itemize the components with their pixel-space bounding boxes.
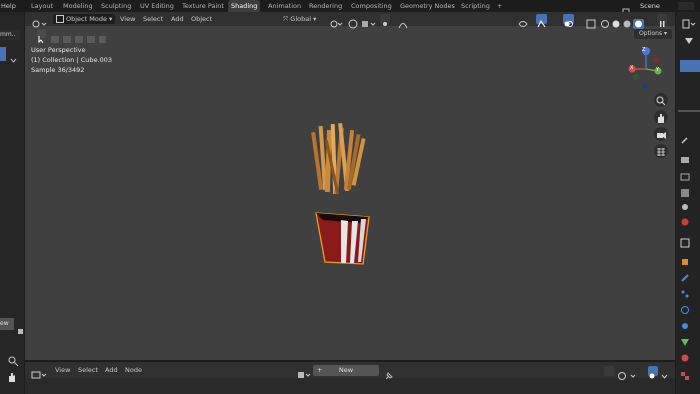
new-material-button[interactable]: + New <box>313 365 379 376</box>
tab-layout[interactable]: Layout <box>28 0 56 12</box>
plus-icon: + <box>317 366 323 374</box>
chevron-down-icon: ▾ <box>109 15 113 23</box>
gizmo-z-label: Z <box>642 47 646 53</box>
pin-icon[interactable] <box>384 366 393 380</box>
gizmo-toggle-icon[interactable] <box>536 14 547 28</box>
panel-divider <box>678 110 700 112</box>
visibility-icon[interactable] <box>518 14 532 27</box>
shader-type-icon[interactable] <box>297 365 311 378</box>
menu-add[interactable]: Add <box>171 14 184 24</box>
snap-target-icon[interactable] <box>361 14 377 27</box>
options-dropdown[interactable]: Options ▾ <box>634 29 672 39</box>
modifier-properties-icon[interactable] <box>680 268 690 282</box>
orientation-icon: ⤧ <box>283 15 289 23</box>
pause-render-icon[interactable] <box>657 14 667 27</box>
editor-type-icon[interactable] <box>31 14 49 28</box>
sample-count: Sample 36/3492 <box>31 66 85 74</box>
menu-select[interactable]: Select <box>143 14 163 24</box>
scene-name[interactable]: Scene <box>640 0 660 12</box>
grid-view-icon[interactable] <box>654 144 668 158</box>
constraints-properties-icon[interactable] <box>680 316 690 329</box>
zoom-icon[interactable] <box>7 352 19 367</box>
menu-object[interactable]: Object <box>191 14 212 24</box>
output-properties-icon[interactable] <box>680 167 690 181</box>
world-properties-icon[interactable] <box>680 212 690 226</box>
scene-icon[interactable] <box>622 1 630 15</box>
select-tool-icon[interactable] <box>37 29 46 44</box>
camera-view-icon[interactable] <box>654 127 668 141</box>
mode-label: Object Mode <box>66 15 107 23</box>
left-panel <box>0 12 24 394</box>
render-properties-icon[interactable] <box>680 150 690 163</box>
data-properties-icon[interactable] <box>680 332 690 346</box>
physics-properties-icon[interactable] <box>680 300 690 314</box>
outliner-selected-row[interactable] <box>680 60 700 72</box>
node-menu-add[interactable]: Add <box>105 365 118 375</box>
filter-icon[interactable] <box>684 30 694 44</box>
tab-texture-paint[interactable]: Texture Paint <box>179 0 227 12</box>
hand-pan-icon[interactable] <box>6 368 18 382</box>
shading-mode-group[interactable] <box>600 14 646 29</box>
node-menu-view[interactable]: View <box>55 365 70 375</box>
object-properties-icon[interactable] <box>680 252 690 265</box>
fries-box-model[interactable] <box>305 120 380 270</box>
tab-shading[interactable]: Shading <box>228 0 261 12</box>
chevron-down-icon[interactable] <box>660 366 669 379</box>
proportional-edit-icon[interactable] <box>380 14 390 26</box>
left-selected-item[interactable] <box>0 47 6 61</box>
node-editor-area[interactable] <box>25 378 675 394</box>
tab-compositing[interactable]: Compositing <box>348 0 395 12</box>
tab-uv-editing[interactable]: UV Editing <box>137 0 177 12</box>
pivot-icon[interactable] <box>329 14 343 28</box>
falloff-icon[interactable] <box>398 14 414 29</box>
overlay-toggle-icon[interactable] <box>563 14 574 27</box>
collection-label: (1) Collection | Cube.003 <box>31 56 113 64</box>
orientation-label: Global <box>290 15 312 23</box>
left-item-label[interactable]: mm.. <box>0 30 20 40</box>
texture-properties-icon[interactable] <box>680 366 690 380</box>
copy-icon[interactable] <box>17 320 24 334</box>
tab-modeling[interactable]: Modeling <box>60 0 96 12</box>
tab-geometry-nodes[interactable]: Geometry Nodes <box>397 0 458 12</box>
new-label: New <box>338 366 354 374</box>
transform-orientation-dropdown[interactable]: ⤧ Global ▾ <box>283 14 316 24</box>
node-menu-node[interactable]: Node <box>125 365 142 375</box>
zoom-view-icon[interactable] <box>654 93 668 107</box>
select-mode-group[interactable] <box>50 29 106 43</box>
pan-view-icon[interactable] <box>654 110 668 124</box>
material-properties-icon[interactable] <box>680 348 690 362</box>
node-menu-select[interactable]: Select <box>78 365 98 375</box>
tab-sculpting[interactable]: Sculpting <box>98 0 134 12</box>
collection-properties-icon[interactable] <box>680 233 690 248</box>
object-mode-icon <box>56 15 64 23</box>
snap-node-icon[interactable] <box>617 366 639 380</box>
xray-icon[interactable] <box>586 14 597 29</box>
view-layer-icon[interactable] <box>680 183 690 197</box>
gizmo-y-label: Y <box>656 67 660 73</box>
node-editor-type-icon[interactable] <box>31 365 49 379</box>
add-workspace-button[interactable]: + <box>494 0 505 12</box>
snap-icon[interactable] <box>348 14 358 29</box>
chevron-down-icon[interactable] <box>10 49 17 63</box>
menu-view[interactable]: View <box>120 14 135 24</box>
tab-animation[interactable]: Animation <box>265 0 304 12</box>
node-overlay-icon[interactable] <box>648 366 658 379</box>
view-perspective-label: User Perspective <box>31 46 86 54</box>
left-new-button[interactable]: ew <box>0 318 14 330</box>
gizmo-x-label: X <box>630 65 634 71</box>
tab-scripting[interactable]: Scripting <box>458 0 493 12</box>
mode-dropdown[interactable]: Object Mode ▾ <box>53 14 116 24</box>
tab-rendering[interactable]: Rendering <box>306 0 345 12</box>
tool-properties-icon[interactable] <box>680 130 690 144</box>
view-layer-field[interactable] <box>678 2 694 10</box>
outliner-icon[interactable] <box>682 14 696 29</box>
scene-properties-icon[interactable] <box>680 197 690 210</box>
backdrop-icon[interactable] <box>604 366 614 376</box>
help-menu[interactable]: Help <box>1 0 16 12</box>
particles-properties-icon[interactable] <box>680 284 690 298</box>
options-label: Options <box>638 30 663 37</box>
